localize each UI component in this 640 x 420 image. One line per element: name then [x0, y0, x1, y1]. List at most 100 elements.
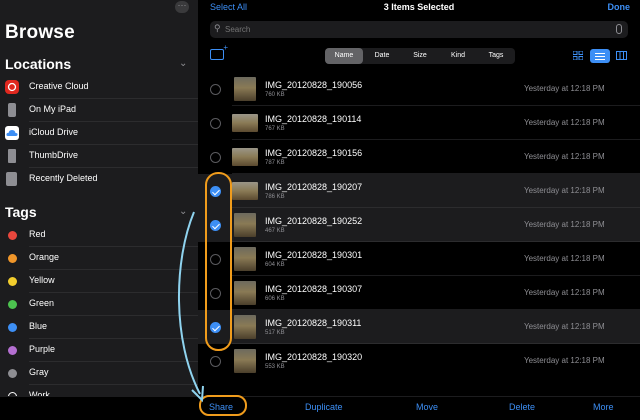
file-size: 767 KB — [265, 126, 285, 132]
done-button[interactable]: Done — [608, 2, 631, 12]
tag-blue[interactable]: Blue — [0, 316, 198, 339]
trash-icon — [6, 172, 17, 186]
delete-button[interactable]: Delete — [509, 402, 535, 412]
locations-header[interactable]: Locations ⌄ — [0, 54, 198, 76]
tag-gray[interactable]: Gray — [0, 362, 198, 385]
location-creative-cloud[interactable]: Creative Cloud — [0, 76, 198, 99]
location-icloud-drive[interactable]: iCloud Drive — [0, 122, 198, 145]
location-recently-deleted[interactable]: Recently Deleted — [0, 168, 198, 191]
photo-thumbnail — [234, 247, 256, 271]
location-on-my-ipad[interactable]: On My iPad — [0, 99, 198, 122]
file-name: IMG_20120828_190307 — [265, 284, 363, 294]
tags-header[interactable]: Tags ⌄ — [0, 202, 198, 224]
icloud-icon — [5, 126, 19, 140]
photo-thumbnail — [232, 182, 258, 200]
microphone-icon[interactable] — [616, 24, 622, 34]
tag-orange[interactable]: Orange — [0, 247, 198, 270]
tag-purple[interactable]: Purple — [0, 339, 198, 362]
file-row[interactable]: IMG_20120828_190320 553 KB Yesterday at … — [198, 344, 640, 378]
file-name: IMG_20120828_190320 — [265, 352, 363, 362]
photo-thumbnail — [232, 148, 258, 166]
file-row[interactable]: IMG_20120828_190056 760 KB Yesterday at … — [198, 72, 640, 106]
locations-label: Locations — [5, 56, 72, 72]
ellipsis-icon[interactable]: ··· — [175, 1, 189, 13]
tags-label: Tags — [5, 204, 37, 220]
file-browser-main: Select All 3 Items Selected Done ⚲ Name … — [198, 0, 640, 420]
file-row[interactable]: IMG_20120828_190307 606 KB Yesterday at … — [198, 276, 640, 310]
file-name: IMG_20120828_190252 — [265, 216, 363, 226]
file-row-selected[interactable]: IMG_20120828_190252 467 KB Yesterday at … — [198, 208, 640, 242]
file-date: Yesterday at 12:18 PM — [524, 356, 605, 365]
tag-label: Yellow — [29, 275, 55, 285]
usb-drive-icon — [8, 149, 16, 163]
icon-view-grid-icon[interactable] — [573, 51, 583, 60]
file-name: IMG_20120828_190301 — [265, 250, 363, 260]
tag-label: Green — [29, 298, 55, 308]
sidebar: ··· Browse Locations ⌄ Creative Cloud On… — [0, 0, 198, 420]
tag-label: Blue — [29, 321, 48, 331]
file-name: IMG_20120828_190207 — [265, 182, 363, 192]
gray-tag-dot-icon — [8, 369, 17, 378]
file-row[interactable]: IMG_20120828_190301 604 KB Yesterday at … — [198, 242, 640, 276]
file-date: Yesterday at 12:18 PM — [524, 254, 605, 263]
new-folder-icon[interactable] — [210, 43, 228, 60]
move-button[interactable]: Move — [416, 402, 438, 412]
file-name: IMG_20120828_190311 — [265, 318, 362, 328]
duplicate-button[interactable]: Duplicate — [305, 402, 343, 412]
selection-title: 3 Items Selected — [383, 2, 455, 12]
file-size: 606 KB — [265, 296, 285, 302]
bottom-toolbar: Share Duplicate Move Delete More — [0, 396, 640, 420]
file-name: IMG_20120828_190114 — [265, 114, 362, 124]
sort-option-size[interactable]: Size — [401, 48, 439, 64]
sort-option-name[interactable]: Name — [325, 48, 363, 64]
yellow-tag-dot-icon — [8, 277, 17, 286]
file-size: 760 KB — [265, 92, 285, 98]
sort-option-tags[interactable]: Tags — [477, 48, 515, 64]
tag-green[interactable]: Green — [0, 293, 198, 316]
file-row-selected[interactable]: IMG_20120828_190207 786 KB Yesterday at … — [198, 174, 640, 208]
tag-label: Orange — [29, 252, 60, 262]
more-button[interactable]: More — [593, 402, 614, 412]
file-size: 517 KB — [265, 330, 285, 336]
file-date: Yesterday at 12:18 PM — [524, 186, 605, 195]
file-date: Yesterday at 12:18 PM — [524, 118, 605, 127]
tag-red[interactable]: Red — [0, 224, 198, 247]
tag-yellow[interactable]: Yellow — [0, 270, 198, 293]
sort-option-kind[interactable]: Kind — [439, 48, 477, 64]
file-size: 553 KB — [265, 364, 285, 370]
location-label: iCloud Drive — [29, 127, 79, 137]
selection-circle-icon[interactable] — [210, 356, 221, 367]
chevron-down-icon[interactable]: ⌄ — [179, 58, 189, 69]
file-size: 467 KB — [265, 228, 285, 234]
search-input[interactable] — [225, 23, 605, 36]
selection-circle-icon[interactable] — [210, 152, 221, 163]
file-row-selected[interactable]: IMG_20120828_190311 517 KB Yesterday at … — [198, 310, 640, 344]
photo-thumbnail — [234, 315, 256, 339]
selection-circle-icon[interactable] — [210, 84, 221, 95]
file-name: IMG_20120828_190056 — [265, 80, 363, 90]
search-bar[interactable]: ⚲ — [210, 21, 628, 38]
file-row[interactable]: IMG_20120828_190114 767 KB Yesterday at … — [198, 106, 640, 140]
photo-thumbnail — [234, 77, 256, 101]
file-name: IMG_20120828_190156 — [265, 148, 363, 158]
tag-label: Red — [29, 229, 46, 239]
ipad-icon — [8, 103, 16, 117]
sort-option-date[interactable]: Date — [363, 48, 401, 64]
file-row[interactable]: IMG_20120828_190156 787 KB Yesterday at … — [198, 140, 640, 174]
location-label: Recently Deleted — [29, 173, 98, 183]
list-view-icon[interactable] — [590, 49, 610, 63]
file-date: Yesterday at 12:18 PM — [524, 84, 605, 93]
browse-title: Browse — [5, 22, 75, 43]
column-view-icon[interactable] — [616, 51, 627, 60]
file-size: 787 KB — [265, 160, 285, 166]
green-tag-dot-icon — [8, 300, 17, 309]
location-label: ThumbDrive — [29, 150, 79, 160]
file-size: 786 KB — [265, 194, 285, 200]
file-date: Yesterday at 12:18 PM — [524, 220, 605, 229]
search-icon: ⚲ — [214, 23, 221, 33]
top-bar: Select All 3 Items Selected Done — [198, 0, 640, 15]
blue-tag-dot-icon — [8, 323, 17, 332]
location-thumbdrive[interactable]: ThumbDrive — [0, 145, 198, 168]
selection-circle-icon[interactable] — [210, 118, 221, 129]
sort-segmented-control[interactable]: Name Date Size Kind Tags — [325, 48, 515, 64]
